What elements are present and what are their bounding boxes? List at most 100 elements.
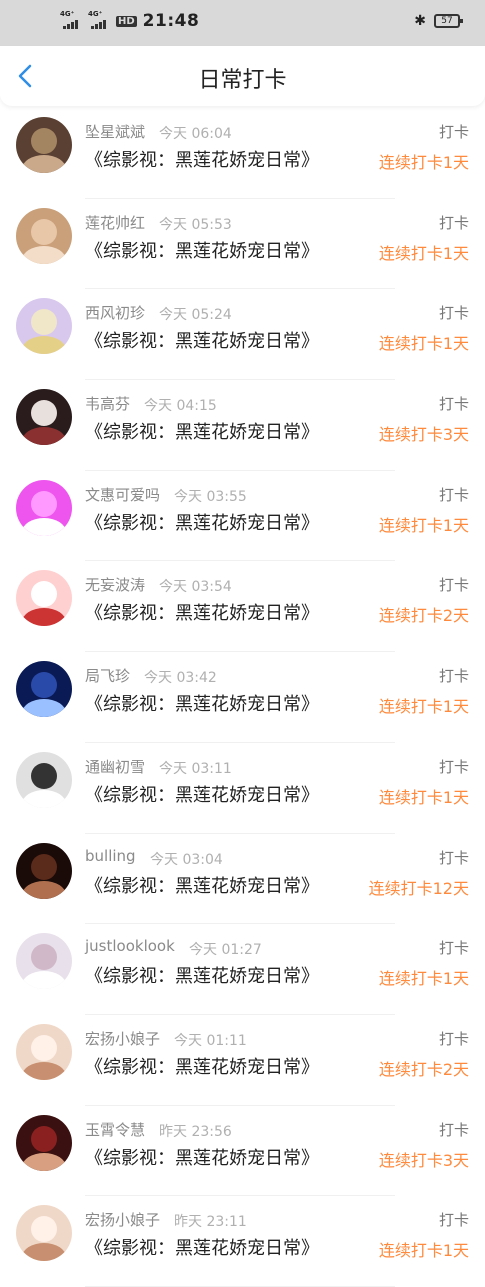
user-name[interactable]: justlooklook: [85, 937, 175, 955]
checkin-label: 打卡: [438, 1029, 469, 1048]
streak-count: 连续打卡1天: [378, 243, 469, 263]
checkin-time: 今天 03:54: [159, 579, 232, 596]
nav-bar: 日常打卡: [0, 46, 485, 106]
checkin-label: 打卡: [438, 1120, 469, 1139]
checkin-label: 打卡: [438, 667, 469, 686]
book-title[interactable]: 《综影视：黑莲花娇宠日常》: [85, 1234, 319, 1260]
streak-count: 连续打卡2天: [378, 606, 469, 626]
list-item[interactable]: 无妄波涛 今天 03:54 《综影视：黑莲花娇宠日常》 打卡 连续打卡2天: [0, 561, 485, 653]
book-title[interactable]: 《综影视：黑莲花娇宠日常》: [85, 1144, 319, 1170]
streak-count: 连续打卡1天: [378, 334, 469, 354]
user-name[interactable]: 局飞珍: [85, 665, 130, 686]
checkin-time: 今天 01:11: [174, 1032, 247, 1049]
avatar[interactable]: [16, 1205, 72, 1262]
user-name[interactable]: 文惠可爱吗: [85, 484, 160, 505]
avatar[interactable]: [16, 117, 72, 173]
list-item[interactable]: bulling 今天 03:04 《综影视：黑莲花娇宠日常》 打卡 连续打卡12…: [0, 834, 485, 925]
avatar[interactable]: [16, 842, 72, 899]
user-name[interactable]: 玉霄令慧: [85, 1119, 145, 1140]
bluetooth-icon: ✱: [414, 13, 426, 29]
streak-count: 连续打卡1天: [378, 969, 469, 989]
user-name[interactable]: 无妄波涛: [85, 574, 145, 595]
list-item[interactable]: 宏扬小娘子 昨天 23:11 《综影视：黑莲花娇宠日常》 打卡 连续打卡1天: [0, 1196, 485, 1287]
checkin-time: 今天 03:04: [150, 851, 223, 868]
book-title[interactable]: 《综影视：黑莲花娇宠日常》: [85, 781, 319, 807]
checkin-time: 今天 01:27: [189, 942, 262, 959]
checkin-label: 打卡: [438, 939, 469, 958]
book-title[interactable]: 《综影视：黑莲花娇宠日常》: [85, 418, 319, 444]
avatar[interactable]: [16, 389, 72, 446]
book-title[interactable]: 《综影视：黑莲花娇宠日常》: [85, 327, 319, 353]
checkin-time: 今天 04:15: [144, 398, 217, 415]
streak-count: 连续打卡1天: [378, 787, 469, 807]
checkin-label: 打卡: [438, 576, 469, 595]
avatar[interactable]: [16, 933, 72, 990]
cellular-signal-icon: 4G⁺: [60, 10, 82, 32]
user-name[interactable]: 坠星斌斌: [85, 121, 145, 142]
book-title[interactable]: 《综影视：黑莲花娇宠日常》: [85, 962, 319, 988]
user-name[interactable]: 韦高芬: [85, 393, 130, 414]
clock: 21:48: [142, 11, 200, 31]
list-item[interactable]: justlooklook 今天 01:27 《综影视：黑莲花娇宠日常》 打卡 连…: [0, 924, 485, 1015]
avatar[interactable]: [16, 570, 72, 627]
list-item[interactable]: 局飞珍 今天 03:42 《综影视：黑莲花娇宠日常》 打卡 连续打卡1天: [0, 652, 485, 743]
book-title[interactable]: 《综影视：黑莲花娇宠日常》: [85, 599, 319, 625]
book-title[interactable]: 《综影视：黑莲花娇宠日常》: [85, 146, 319, 172]
streak-count: 连续打卡1天: [378, 153, 469, 172]
hd-voice-icon: HD: [116, 15, 137, 27]
streak-count: 连续打卡3天: [378, 1150, 469, 1170]
list-item[interactable]: 通幽初雪 今天 03:11 《综影视：黑莲花娇宠日常》 打卡 连续打卡1天: [0, 743, 485, 834]
checkin-time: 今天 05:53: [159, 216, 232, 233]
avatar[interactable]: [16, 1023, 72, 1080]
avatar[interactable]: [16, 207, 72, 264]
page-title: 日常打卡: [198, 68, 287, 93]
book-title[interactable]: 《综影视：黑莲花娇宠日常》: [85, 509, 319, 535]
checkin-time: 今天 03:11: [159, 760, 232, 777]
book-title[interactable]: 《综影视：黑莲花娇宠日常》: [85, 872, 319, 898]
streak-count: 连续打卡1天: [378, 515, 469, 535]
list-item[interactable]: 莲花帅红 今天 05:53 《综影视：黑莲花娇宠日常》 打卡 连续打卡1天: [0, 199, 485, 290]
book-title[interactable]: 《综影视：黑莲花娇宠日常》: [85, 690, 319, 716]
user-name[interactable]: 莲花帅红: [85, 212, 145, 233]
streak-count: 连续打卡1天: [378, 697, 469, 717]
checkin-time: 今天 03:42: [144, 670, 217, 687]
streak-count: 连续打卡12天: [368, 878, 469, 898]
user-name[interactable]: 宏扬小娘子: [85, 1028, 160, 1049]
checkin-time: 昨天 23:11: [174, 1214, 247, 1231]
list-item[interactable]: 西风初珍 今天 05:24 《综影视：黑莲花娇宠日常》 打卡 连续打卡1天: [0, 289, 485, 381]
user-name[interactable]: 通幽初雪: [85, 756, 145, 777]
avatar[interactable]: [16, 751, 72, 808]
list-item[interactable]: 宏扬小娘子 今天 01:11 《综影视：黑莲花娇宠日常》 打卡 连续打卡2天: [0, 1015, 485, 1106]
book-title[interactable]: 《综影视：黑莲花娇宠日常》: [85, 1053, 319, 1079]
user-name[interactable]: 宏扬小娘子: [85, 1209, 160, 1230]
book-title[interactable]: 《综影视：黑莲花娇宠日常》: [85, 237, 319, 263]
checkin-time: 今天 05:24: [159, 307, 232, 324]
checkin-time: 昨天 23:56: [159, 1123, 232, 1140]
list-item[interactable]: 文惠可爱吗 今天 03:55 《综影视：黑莲花娇宠日常》 打卡 连续打卡1天: [0, 471, 485, 562]
cellular-signal-icon: 4G⁺: [88, 10, 110, 32]
avatar[interactable]: [16, 661, 72, 718]
list-item[interactable]: 坠星斌斌 今天 06:04 《综影视：黑莲花娇宠日常》 打卡 连续打卡1天: [0, 108, 485, 199]
checkin-label: 打卡: [438, 213, 469, 232]
streak-count: 连续打卡2天: [378, 1059, 469, 1079]
user-name[interactable]: bulling: [85, 847, 136, 865]
checkin-label: 打卡: [438, 304, 469, 323]
checkin-time: 今天 03:55: [174, 488, 247, 505]
status-bar: 4G⁺ 4G⁺ HD 21:48 ✱ 57: [0, 0, 485, 46]
user-name[interactable]: 西风初珍: [85, 302, 145, 323]
avatar[interactable]: [16, 479, 72, 536]
battery-icon: 57: [434, 14, 463, 28]
avatar[interactable]: [16, 298, 72, 355]
checkin-label: 打卡: [438, 395, 469, 414]
checkin-label: 打卡: [438, 757, 469, 776]
checkin-list: 坠星斌斌 今天 06:04 《综影视：黑莲花娇宠日常》 打卡 连续打卡1天 莲花…: [0, 108, 485, 1287]
streak-count: 连续打卡3天: [378, 425, 469, 445]
list-item[interactable]: 玉霄令慧 昨天 23:56 《综影视：黑莲花娇宠日常》 打卡 连续打卡3天: [0, 1106, 485, 1197]
avatar[interactable]: [16, 1114, 72, 1171]
checkin-label: 打卡: [438, 485, 469, 504]
checkin-label: 打卡: [438, 1211, 469, 1230]
checkin-label: 打卡: [438, 848, 469, 867]
checkin-label: 打卡: [438, 123, 469, 141]
streak-count: 连续打卡1天: [378, 1241, 469, 1261]
list-item[interactable]: 韦高芬 今天 04:15 《综影视：黑莲花娇宠日常》 打卡 连续打卡3天: [0, 380, 485, 471]
